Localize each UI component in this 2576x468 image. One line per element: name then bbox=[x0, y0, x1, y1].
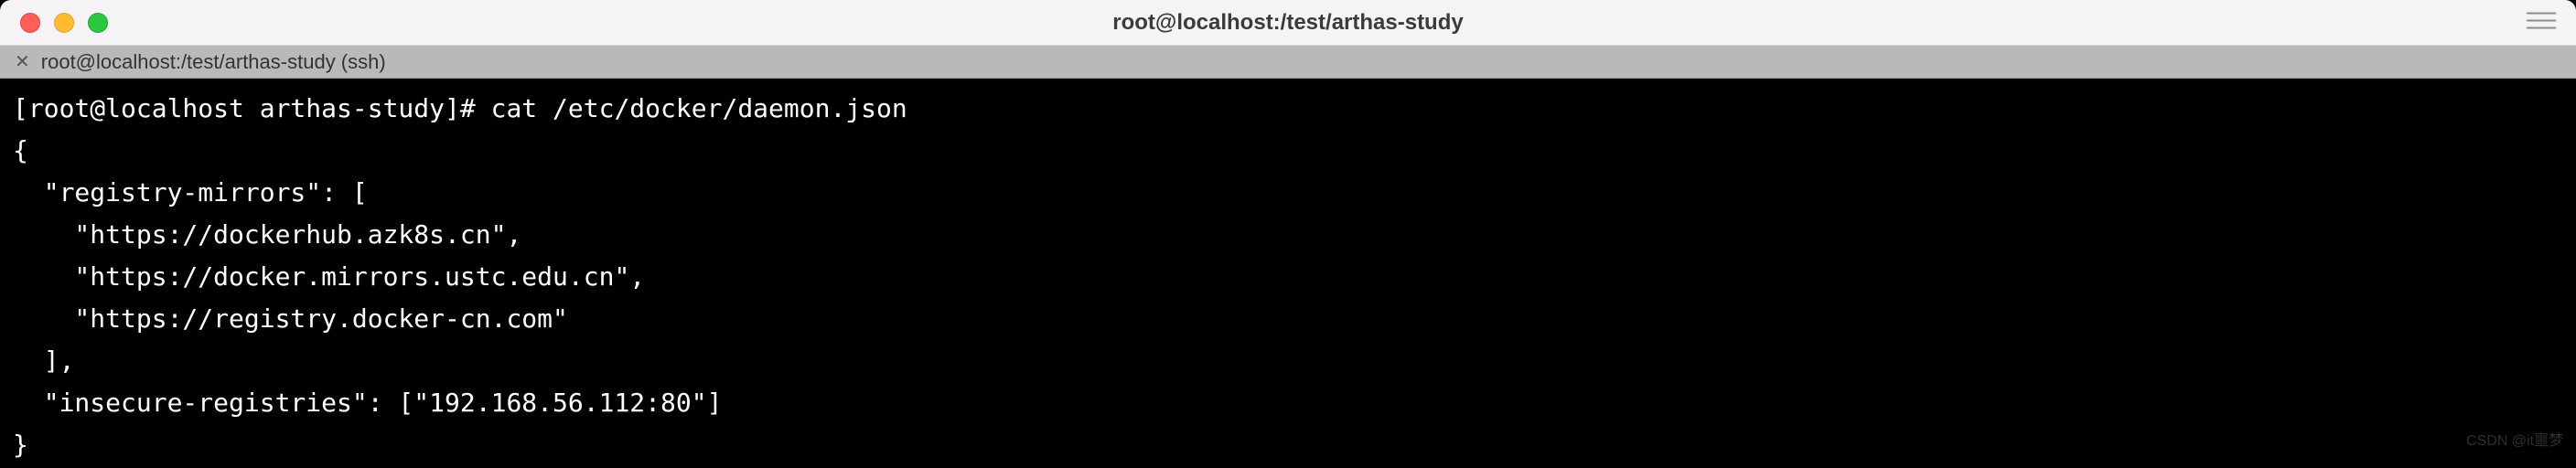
menu-icon[interactable] bbox=[2527, 12, 2556, 33]
output-line: } bbox=[13, 424, 2563, 466]
tab-close-icon[interactable]: ✕ bbox=[15, 53, 30, 71]
maximize-icon[interactable] bbox=[88, 13, 108, 33]
terminal-body[interactable]: [root@localhost arthas-study]# cat /etc/… bbox=[0, 79, 2576, 468]
output-line: ], bbox=[13, 340, 2563, 382]
command: cat /etc/docker/daemon.json bbox=[491, 93, 907, 123]
close-icon[interactable] bbox=[20, 13, 40, 33]
output-line: "https://docker.mirrors.ustc.edu.cn", bbox=[13, 256, 2563, 298]
window-title: root@localhost:/test/arthas-study bbox=[1112, 10, 1463, 36]
output-line: "registry-mirrors": [ bbox=[13, 172, 2563, 214]
output-line: "https://dockerhub.azk8s.cn", bbox=[13, 214, 2563, 256]
minimize-icon[interactable] bbox=[54, 13, 74, 33]
output-line: { bbox=[13, 130, 2563, 172]
terminal-window: root@localhost:/test/arthas-study ✕ root… bbox=[0, 0, 2576, 468]
output-line: "insecure-registries": ["192.168.56.112:… bbox=[13, 382, 2563, 424]
titlebar: root@localhost:/test/arthas-study bbox=[0, 0, 2576, 46]
traffic-lights bbox=[0, 13, 108, 33]
tab-label[interactable]: root@localhost:/test/arthas-study (ssh) bbox=[41, 50, 386, 74]
output-line: "https://registry.docker-cn.com" bbox=[13, 298, 2563, 340]
watermark: CSDN @it噩梦 bbox=[2466, 420, 2563, 463]
prompt: [root@localhost arthas-study]# bbox=[13, 93, 491, 123]
command-line: [root@localhost arthas-study]# cat /etc/… bbox=[13, 88, 2563, 130]
tabbar: ✕ root@localhost:/test/arthas-study (ssh… bbox=[0, 46, 2576, 79]
